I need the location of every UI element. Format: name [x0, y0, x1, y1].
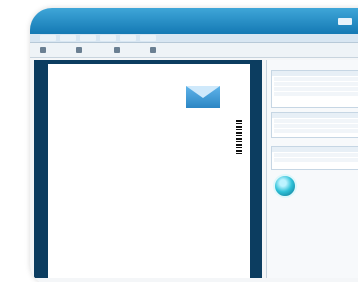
line-item	[58, 233, 244, 239]
panel-field[interactable]	[274, 82, 358, 86]
panel-title	[272, 113, 358, 118]
panel-field[interactable]	[274, 119, 358, 123]
panel-field[interactable]	[274, 77, 358, 81]
document-viewer	[34, 60, 262, 278]
panel-field[interactable]	[274, 124, 358, 128]
ribbon-tab[interactable]	[100, 35, 116, 41]
panel-field[interactable]	[274, 153, 358, 157]
document-meta-right	[198, 128, 232, 140]
ribbon-tab[interactable]	[40, 35, 56, 41]
line-item	[58, 225, 244, 231]
barcode-icon	[236, 120, 242, 156]
ribbon-tab[interactable]	[60, 35, 76, 41]
toolbar-item[interactable]	[76, 46, 84, 53]
toolbar-item[interactable]	[114, 46, 122, 53]
line-item	[58, 249, 244, 255]
options-panel	[271, 146, 358, 170]
panel-field[interactable]	[274, 158, 358, 162]
toolbar-item[interactable]	[150, 46, 158, 53]
panel-field[interactable]	[274, 92, 358, 96]
tool-icon	[150, 46, 156, 53]
toolbar-item[interactable]	[40, 46, 48, 53]
meta-line	[198, 136, 232, 140]
line-item	[58, 265, 244, 271]
panel-field[interactable]	[274, 87, 358, 91]
ribbon-tab[interactable]	[120, 35, 136, 41]
screenshot-stage	[0, 0, 358, 282]
send-button[interactable]	[273, 174, 297, 198]
panel-title	[272, 147, 358, 152]
ribbon-tabs	[30, 34, 358, 43]
toolbar	[30, 43, 358, 58]
panel-title	[272, 71, 358, 76]
document-page	[48, 64, 250, 278]
line-item	[58, 257, 244, 263]
title-bar	[30, 8, 358, 34]
line-item	[58, 217, 244, 223]
line-items	[58, 209, 244, 281]
ribbon-tab[interactable]	[80, 35, 96, 41]
line-item	[58, 241, 244, 247]
options-panel	[271, 112, 358, 138]
tool-icon	[114, 46, 120, 53]
envelope-icon	[186, 86, 220, 108]
options-panel	[271, 70, 358, 108]
ribbon-tab[interactable]	[140, 35, 156, 41]
tool-icon	[40, 46, 46, 53]
side-panel	[266, 60, 358, 278]
title-tag	[338, 18, 352, 25]
app-window	[30, 8, 358, 282]
line-item	[58, 209, 244, 215]
panel-field[interactable]	[274, 129, 358, 133]
line-item	[58, 273, 244, 279]
tool-icon	[76, 46, 82, 53]
